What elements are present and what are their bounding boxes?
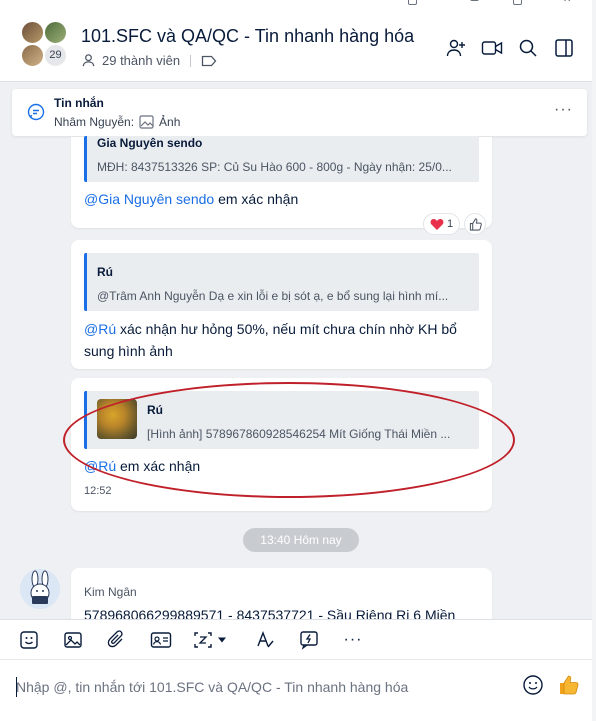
avatar[interactable] [20,569,60,609]
pinned-sender: Nhâm Nguyễn: [54,115,135,129]
image-button[interactable] [61,628,85,652]
message-input[interactable] [16,672,506,702]
member-avatar [20,43,45,68]
maximize-icon[interactable] [513,0,522,5]
group-avatar[interactable]: 29 [20,20,70,70]
mention[interactable]: @Gia Nguyên sendo [84,191,214,207]
composer-toolbar: ··· [0,620,596,660]
contact-card-button[interactable] [149,628,173,652]
members-info[interactable]: 29 thành viên [81,53,217,68]
quoted-text: @Trâm Anh Nguyễn Dạ e xin lỗi e bị sót ạ… [97,289,449,303]
image-icon [64,632,82,648]
thumbs-up-icon [560,675,579,695]
window-edge [592,0,596,721]
members-label: 29 thành viên [102,53,181,68]
quoted-message[interactable]: Rú [Hình ảnh] 578967860928546254 Mít Giố… [84,391,479,449]
close-icon[interactable]: ✕ [563,0,572,5]
text-format-icon [257,631,274,648]
more-options-icon[interactable]: ··· [554,101,573,119]
message-text: @Rú em xác nhận [84,455,479,477]
caret-down-icon[interactable] [217,636,227,644]
member-avatar [43,20,68,45]
tag-icon[interactable] [201,55,217,67]
minimize-icon[interactable] [470,0,479,1]
heart-icon [430,218,444,230]
quoted-sender: Rú [147,403,163,417]
conversation-title[interactable]: 101.SFC và QA/QC - Tin nhanh hàng hóa [81,26,414,47]
window-icon[interactable] [408,0,417,5]
sticker-icon [20,631,38,649]
message-body: xác nhận hư hỏng 50%, nếu mít chưa chín … [84,321,457,359]
more-tools-icon[interactable]: ··· [341,628,365,652]
sender-name: Kim Ngân [84,585,137,599]
quoted-image-thumbnail[interactable] [97,399,137,439]
attach-file-button[interactable] [105,628,129,652]
text-cursor [16,677,17,697]
message-icon [27,103,45,121]
message-text: @Rú xác nhận hư hỏng 50%, nếu mít chưa c… [84,318,479,362]
send-like-button[interactable] [557,673,581,697]
image-icon [139,115,154,129]
message-body: em xác nhận [214,191,299,207]
screenshot-icon [194,632,212,648]
quoted-message[interactable]: Rú @Trâm Anh Nguyễn Dạ e xin lỗi e bị só… [84,253,479,311]
pinned-message-bar[interactable]: Tin nhắn Nhâm Nguyễn: Ảnh ··· [12,89,587,136]
quoted-sender: Gia Nguyên sendo [97,136,203,150]
toggle-panel-button[interactable] [552,36,576,60]
message-composer: ··· [0,619,596,721]
paperclip-icon [107,630,123,648]
screenshot-button[interactable] [193,628,237,652]
quoted-text: [Hình ảnh] 578967860928546254 Mít Giống … [147,427,451,441]
member-count-badge: 29 [43,43,68,68]
sticker-button[interactable] [17,628,41,652]
emoji-button[interactable] [521,673,545,697]
member-avatar [20,20,45,45]
search-button[interactable] [516,36,540,60]
video-icon [481,41,503,55]
quick-message-button[interactable] [297,628,321,652]
like-button[interactable] [464,213,486,235]
window-controls: ✕ [380,0,596,8]
lightning-message-icon [300,631,318,650]
mention[interactable]: @Rú [84,321,116,337]
message-body: em xác nhận [116,458,201,474]
quoted-sender: Rú [97,265,113,279]
pinned-content: Ảnh [159,115,181,129]
rabbit-avatar-icon [20,569,60,609]
thumbs-up-icon [469,217,482,231]
pinned-title: Tin nhắn [54,96,104,110]
format-text-button[interactable] [253,628,277,652]
quoted-message[interactable]: Gia Nguyên sendo MĐH: 8437513326 SP: Củ … [84,136,479,182]
chat-header: ✕ 29 101.SFC và QA/QC - Tin nhanh hàng h… [0,0,596,82]
message-bubble[interactable]: Rú [Hình ảnh] 578967860928546254 Mít Giố… [71,378,492,511]
date-separator: 13:40 Hôm nay [243,528,359,552]
message-bubble[interactable]: Rú @Trâm Anh Nguyễn Dạ e xin lỗi e bị só… [71,240,492,369]
video-call-button[interactable] [480,36,504,60]
reaction-badge[interactable]: 1 [423,213,461,235]
mention[interactable]: @Rú [84,458,116,474]
message-time: 12:52 [84,485,112,497]
quoted-text: MĐH: 8437513326 SP: Củ Su Hào 600 - 800g… [97,160,452,174]
pinned-preview: Nhâm Nguyễn: Ảnh [54,115,180,129]
divider [190,54,192,67]
contact-card-icon [150,632,172,648]
search-icon [519,39,537,57]
add-member-button[interactable] [444,36,468,60]
emoji-icon [523,675,543,695]
sidebar-panel-icon [555,39,573,57]
message-text: @Gia Nguyên sendo em xác nhận [84,188,479,210]
reaction-count: 1 [447,218,454,230]
add-user-icon [446,39,465,57]
user-icon [82,54,95,67]
